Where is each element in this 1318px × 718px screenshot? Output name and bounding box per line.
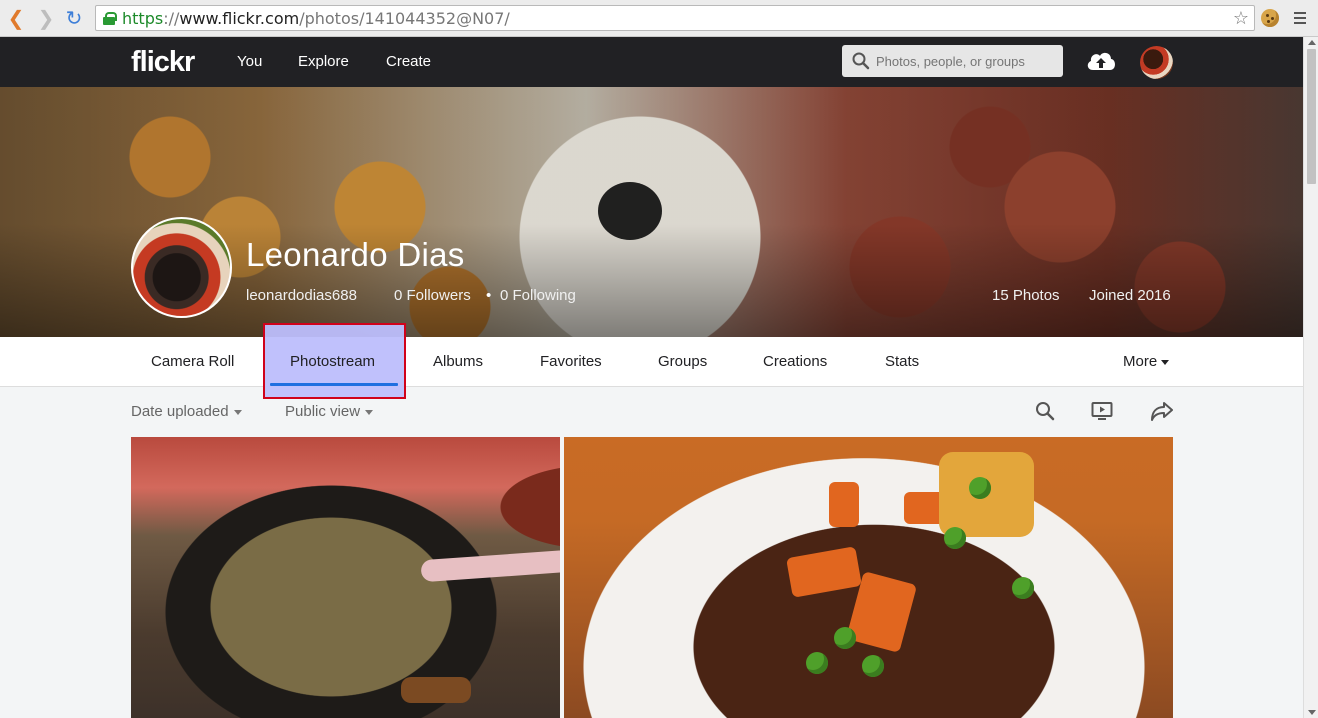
flickr-header: flickr You Explore Create [0, 37, 1303, 87]
profile-avatar[interactable] [131, 217, 232, 318]
photo-count: 15 Photos [992, 287, 1060, 304]
lock-icon [103, 12, 117, 25]
view-label: Public view [285, 403, 361, 420]
upload-cloud-icon[interactable] [1085, 48, 1117, 74]
nav-you[interactable]: You [237, 53, 262, 70]
cover-olive-decoration [598, 182, 662, 240]
tab-photostream[interactable]: Photostream [290, 353, 375, 370]
following-count[interactable]: 0 Following [500, 287, 576, 304]
scroll-up-icon[interactable] [1308, 40, 1316, 45]
flickr-logo[interactable]: flickr [131, 46, 195, 79]
stew-carrot-decoration [829, 482, 859, 527]
followers-count[interactable]: 0 Followers [394, 287, 471, 304]
scroll-down-icon[interactable] [1308, 710, 1316, 715]
sort-label: Date uploaded [131, 403, 229, 420]
scrollbar-thumb[interactable] [1307, 49, 1316, 184]
slideshow-icon[interactable] [1091, 401, 1113, 421]
search-box[interactable] [842, 45, 1063, 77]
tab-more-label: More [1123, 353, 1158, 370]
profile-tabs: Camera Roll Albums Favorites Groups Crea… [0, 337, 1303, 387]
tab-more[interactable]: More [1123, 353, 1170, 370]
photo-beef-stew[interactable] [564, 437, 1173, 718]
stew-pea-decoration [834, 627, 856, 649]
profile-username: leonardodias688 [246, 287, 357, 304]
stew-pea-decoration [806, 652, 828, 674]
tab-albums[interactable]: Albums [433, 353, 483, 370]
tab-favorites[interactable]: Favorites [540, 353, 602, 370]
nav-create[interactable]: Create [386, 53, 431, 70]
view-dropdown[interactable]: Public view [285, 403, 374, 420]
stew-pea-decoration [944, 527, 966, 549]
forward-icon[interactable]: ❯ [34, 6, 58, 30]
photo-rice-dish[interactable] [131, 437, 560, 718]
joined-date: Joined 2016 [1089, 287, 1171, 304]
cookie-extension-icon[interactable] [1261, 9, 1279, 27]
meta-separator: • [486, 287, 492, 304]
tab-groups[interactable]: Groups [658, 353, 707, 370]
search-icon [852, 52, 870, 70]
address-bar[interactable]: https://www.flickr.com/photos/141044352@… [95, 5, 1255, 31]
user-avatar[interactable] [1140, 46, 1173, 79]
caret-down-icon [233, 409, 242, 415]
tab-stats[interactable]: Stats [885, 353, 919, 370]
stew-pea-decoration [1012, 577, 1034, 599]
search-input[interactable] [876, 53, 1056, 69]
page-scrollbar[interactable] [1303, 37, 1318, 718]
bookmark-star-icon[interactable]: ☆ [1233, 8, 1249, 29]
tab-camera-roll[interactable]: Camera Roll [151, 353, 234, 370]
url-text: https://www.flickr.com/photos/141044352@… [122, 8, 510, 28]
caret-down-icon [1161, 359, 1170, 365]
share-icon[interactable] [1150, 401, 1174, 421]
browser-toolbar: ❮ ❯ ↻ https://www.flickr.com/photos/1410… [0, 0, 1318, 37]
tab-creations[interactable]: Creations [763, 353, 827, 370]
browser-menu-icon[interactable] [1294, 12, 1306, 24]
search-photos-icon[interactable] [1035, 401, 1055, 421]
sort-dropdown[interactable]: Date uploaded [131, 403, 242, 420]
reload-icon[interactable]: ↻ [62, 6, 86, 30]
stew-pea-decoration [969, 477, 991, 499]
active-tab-indicator [270, 383, 398, 386]
stew-pea-decoration [862, 655, 884, 677]
nav-explore[interactable]: Explore [298, 53, 349, 70]
profile-name: Leonardo Dias [246, 236, 465, 273]
back-icon[interactable]: ❮ [4, 6, 28, 30]
stew-carrot-decoration [786, 546, 862, 598]
caret-down-icon [365, 409, 374, 415]
